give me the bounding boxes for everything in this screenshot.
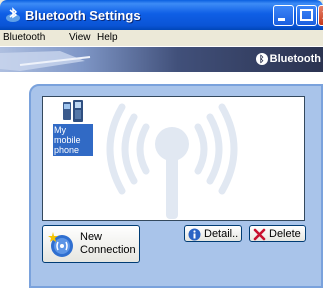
maximize-button[interactable] [296,5,317,26]
minimize-button[interactable] [273,5,294,26]
new-connection-label-line1: New [80,231,103,243]
new-connection-button[interactable]: New Connection [42,225,140,263]
menu-bar: Bluetooth View Help [0,30,323,46]
bluetooth-settings-window: Bluetooth Settings Bluetooth View Help ᛒ… [0,0,323,288]
delete-label: Delete [269,228,301,240]
delete-x-icon [253,228,266,241]
device-label-line1: My mobile [54,125,81,145]
close-icon [322,11,323,19]
info-icon [188,228,201,241]
menu-bluetooth[interactable]: Bluetooth [3,32,45,43]
detail-button[interactable]: Detail.. [184,225,242,242]
bluetooth-signal-watermark [106,103,238,219]
bluetooth-logo-icon: ᛒ [255,53,268,65]
bluetooth-app-icon [6,7,20,22]
device-label: My mobile phone [53,124,93,156]
bluetooth-banner: ᛒ Bluetooth [0,46,323,72]
maximize-icon [300,9,313,21]
menu-view[interactable]: View [69,32,91,43]
bluetooth-brand: ᛒ Bluetooth [255,53,321,65]
menu-help[interactable]: Help [97,32,118,43]
bluetooth-brand-text: Bluetooth [269,53,321,65]
content-area: My mobile phone New Connection Detail.. … [0,72,323,288]
detail-label: Detail.. [204,228,239,240]
device-list[interactable]: My mobile phone [42,96,305,221]
close-button[interactable] [318,5,323,26]
devices-panel: My mobile phone New Connection Detail.. … [29,84,323,288]
delete-button[interactable]: Delete [249,225,306,242]
mobile-phone-icon [63,100,83,122]
new-connection-label-line2: Connection [80,244,136,256]
minimize-icon [278,18,285,21]
device-item[interactable]: My mobile phone [43,97,113,157]
title-bar[interactable]: Bluetooth Settings [0,0,323,30]
new-connection-icon [48,232,73,257]
banner-laptop-graphic [0,51,91,71]
device-label-line2: phone [54,145,80,155]
window-title: Bluetooth Settings [25,8,141,23]
